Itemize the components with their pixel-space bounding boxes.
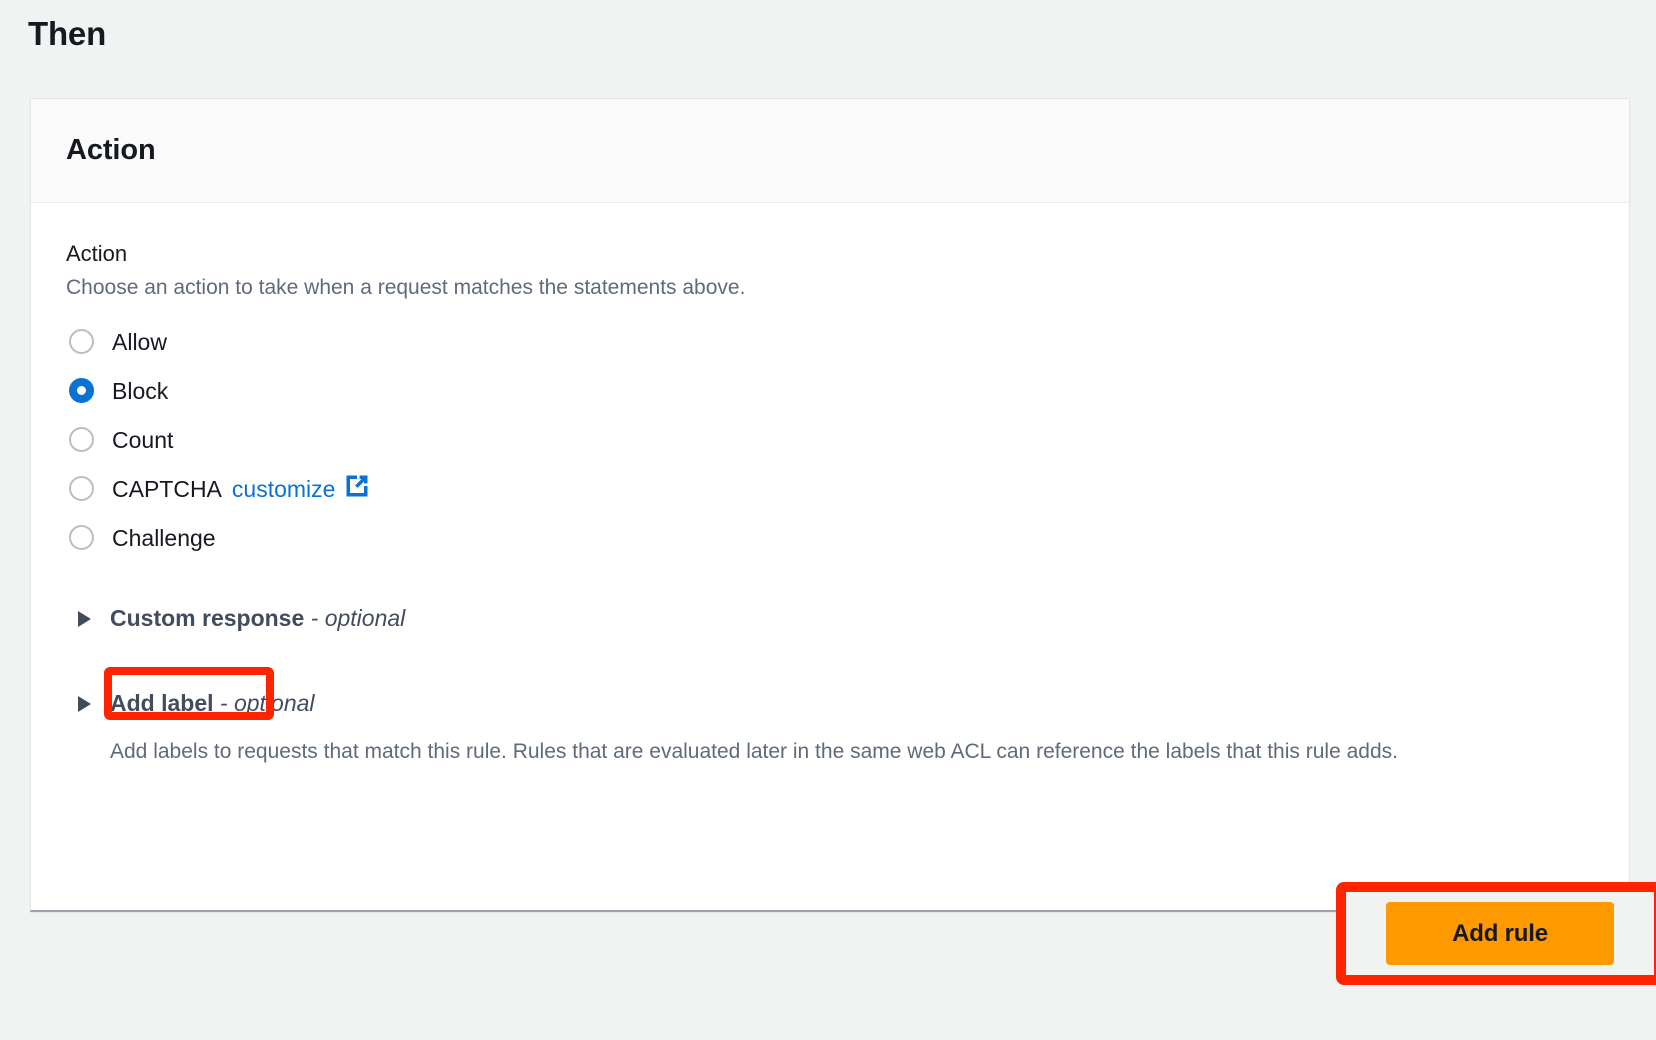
caret-right-icon[interactable] [78,696,91,712]
expandable-custom-response-label: Custom response - optional [110,602,405,634]
radio-option-challenge[interactable]: Challenge [66,513,1594,562]
radio-circle-icon[interactable] [69,427,94,452]
expandable-add-label-title: Add label [110,690,214,716]
radio-option-allow[interactable]: Allow [66,317,1594,366]
action-card-body: Action Choose an action to take when a r… [31,203,1629,771]
radio-label-captcha: CAPTCHA [112,475,222,502]
add-label-helper-text: Add labels to requests that match this r… [110,740,1398,763]
radio-circle-selected-icon[interactable] [69,378,94,403]
page-title: Then [28,15,107,52]
radio-label-allow: Allow [112,328,167,355]
radio-option-count[interactable]: Count [66,415,1594,464]
action-field-description: Choose an action to take when a request … [66,276,746,299]
expandable-add-label[interactable]: Add label - optional [66,687,1594,719]
radio-circle-icon[interactable] [69,329,94,354]
radio-circle-icon[interactable] [69,476,94,501]
radio-label-block: Block [112,377,169,404]
radio-option-captcha[interactable]: CAPTCHA customize [66,464,1594,513]
action-card-header: Action [31,99,1629,203]
add-rule-button[interactable]: Add rule [1386,902,1614,965]
radio-label-count: Count [112,426,174,453]
expandable-add-label-label: Add label - optional [110,687,315,719]
action-field-label: Action [66,241,128,266]
annotation-highlight-add-rule: Add rule [1336,882,1656,985]
radio-circle-icon[interactable] [69,525,94,550]
expandable-custom-response-optional: - optional [310,605,406,631]
action-card: Action Action Choose an action to take w… [30,98,1630,912]
external-link-icon[interactable] [343,472,371,505]
captcha-customize-link[interactable]: customize [232,474,336,504]
expandable-custom-response-title: Custom response [110,605,305,631]
radio-option-block[interactable]: Block [66,366,1594,415]
action-card-title: Action [66,134,156,166]
expandable-add-label-optional: - optional [219,690,315,716]
action-radio-group: Allow Block Count CAPTCHA customize Chal… [66,317,1594,720]
caret-right-icon[interactable] [78,611,91,627]
expandable-custom-response[interactable]: Custom response - optional [66,602,1594,634]
radio-label-challenge: Challenge [112,524,216,551]
